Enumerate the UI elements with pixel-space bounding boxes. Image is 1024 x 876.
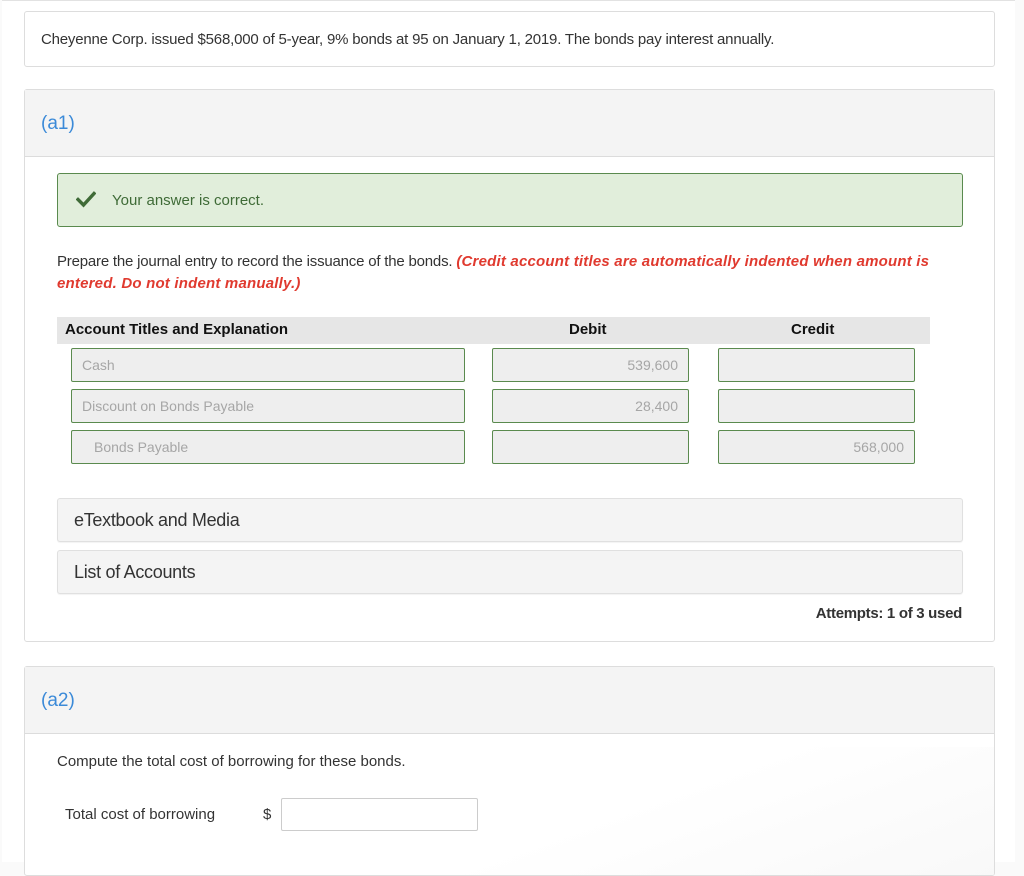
list-of-accounts-button[interactable]: List of Accounts	[57, 550, 963, 594]
journal-entry-table: Account Titles and Explanation Debit Cre…	[57, 317, 930, 467]
header-account-titles: Account Titles and Explanation	[65, 321, 289, 338]
account-title-field[interactable]: Cash	[71, 348, 465, 382]
total-cost-of-borrowing-input[interactable]	[281, 798, 478, 831]
page: Cheyenne Corp. issued $568,000 of 5-year…	[2, 0, 1015, 876]
problem-statement: Cheyenne Corp. issued $568,000 of 5-year…	[41, 31, 775, 48]
instructions-text: Prepare the journal entry to record the …	[57, 253, 453, 270]
journal-entry-header: Account Titles and Explanation Debit Cre…	[57, 317, 930, 344]
debit-field[interactable]: 539,600	[492, 348, 689, 382]
correct-answer-text: Your answer is correct.	[112, 192, 265, 209]
currency-symbol: $	[263, 806, 272, 823]
table-row: Cash 539,600	[57, 344, 930, 385]
debit-field[interactable]: 28,400	[492, 389, 689, 423]
part-a2-header: (a2)	[25, 667, 994, 734]
correct-answer-banner: Your answer is correct.	[57, 173, 963, 227]
header-debit: Debit	[569, 321, 607, 338]
etextbook-and-media-label: eTextbook and Media	[74, 510, 240, 530]
etextbook-and-media-button[interactable]: eTextbook and Media	[57, 498, 963, 542]
account-title-field[interactable]: Discount on Bonds Payable	[71, 389, 465, 423]
fade-overlay	[425, 747, 994, 875]
table-row: Discount on Bonds Payable 28,400	[57, 385, 930, 426]
account-title-field[interactable]: Bonds Payable	[71, 430, 465, 464]
total-cost-label: Total cost of borrowing	[65, 806, 216, 823]
debit-field[interactable]	[492, 430, 689, 464]
table-row: Bonds Payable 568,000	[57, 426, 930, 467]
attempts-counter: Attempts: 1 of 3 used	[815, 605, 963, 622]
part-a1-header: (a1)	[25, 90, 994, 157]
part-a2-label: (a2)	[41, 690, 75, 711]
part-a1-panel: (a1) Your answer is correct. Prepare the…	[24, 89, 995, 642]
credit-field[interactable]	[718, 389, 915, 423]
header-credit: Credit	[791, 321, 835, 338]
part-a1-label: (a1)	[41, 113, 75, 134]
credit-field[interactable]	[718, 348, 915, 382]
part-a2-panel: (a2) Compute the total cost of borrowing…	[24, 666, 995, 876]
problem-statement-box: Cheyenne Corp. issued $568,000 of 5-year…	[24, 11, 995, 67]
check-icon	[76, 191, 96, 208]
part-a2-question: Compute the total cost of borrowing for …	[57, 753, 406, 770]
instructions: Prepare the journal entry to record the …	[57, 251, 957, 295]
list-of-accounts-label: List of Accounts	[74, 562, 196, 582]
credit-field[interactable]: 568,000	[718, 430, 915, 464]
